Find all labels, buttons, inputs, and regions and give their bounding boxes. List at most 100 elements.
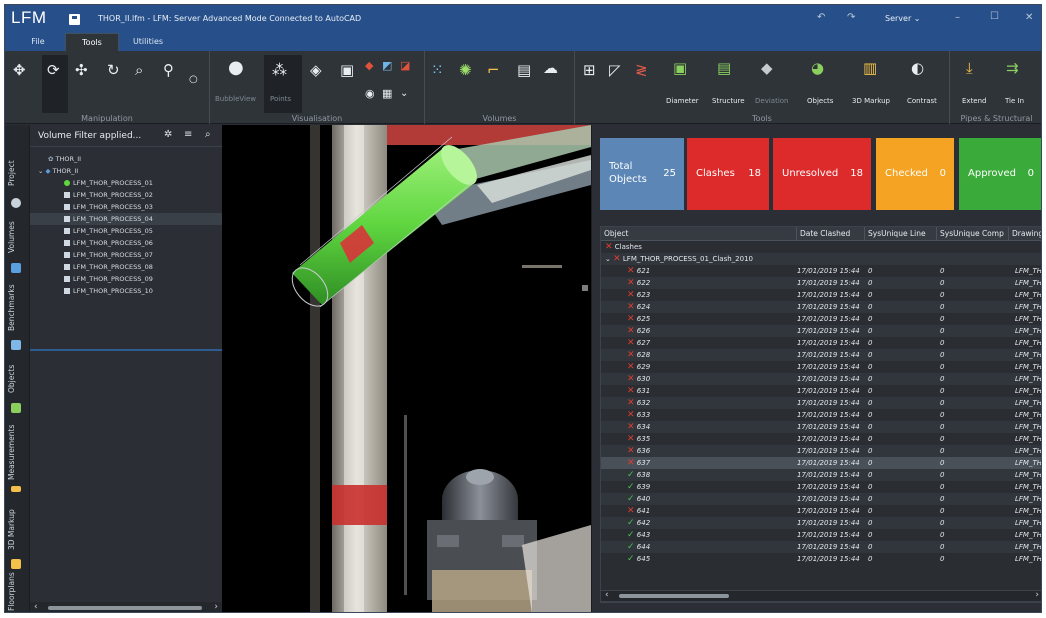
column-header-sysunique-comp[interactable]: SysUnique Comp xyxy=(937,227,1009,241)
grid-subgroup-clash[interactable]: ⌄ ✕ LFM_THOR_PROCESS_01_Clash_2010 xyxy=(601,253,1041,265)
side-tab-measurements[interactable]: Measurements xyxy=(7,420,27,484)
column-header-sysunique-line[interactable]: SysUnique Line xyxy=(865,227,937,241)
diameter-label[interactable]: Diameter xyxy=(666,97,699,105)
scroll-left-icon[interactable]: ‹ xyxy=(34,602,38,612)
objects-label[interactable]: Objects xyxy=(807,97,833,105)
rotate-icon[interactable]: ⟳ xyxy=(47,61,60,79)
scrollbar-thumb[interactable] xyxy=(619,594,729,598)
table-row[interactable]: ✕ 625 17/01/2019 15:44 0 0 LFM_THO xyxy=(601,313,1041,325)
markup-icon[interactable]: ▥ xyxy=(863,59,877,77)
table-row[interactable]: ✕ 622 17/01/2019 15:44 0 0 LFM_THO xyxy=(601,277,1041,289)
side-tab-volumes[interactable]: Volumes xyxy=(7,213,27,261)
volume-box-icon[interactable]: ⁙ xyxy=(431,61,444,79)
table-row[interactable]: ✕ 627 17/01/2019 15:44 0 0 LFM_THO xyxy=(601,337,1041,349)
contrast-label[interactable]: Contrast xyxy=(907,97,937,105)
column-header-drawing[interactable]: Drawing xyxy=(1009,227,1041,241)
table-row[interactable]: ✕ 634 17/01/2019 15:44 0 0 LFM_THO xyxy=(601,421,1041,433)
side-tab-floorplans[interactable]: Floorplans xyxy=(7,572,27,611)
table-row[interactable]: ✕ 637 17/01/2019 15:44 0 0 LFM_THO xyxy=(601,457,1041,469)
3d-viewport[interactable] xyxy=(222,125,591,612)
maximize-button[interactable]: ☐ xyxy=(990,11,999,22)
tie-in-label[interactable]: Tie In xyxy=(1005,97,1024,105)
total-objects-card[interactable]: Total Objects 25 xyxy=(600,138,684,210)
points-icon[interactable]: ⁂ xyxy=(272,61,287,79)
save-icon[interactable] xyxy=(69,14,80,25)
tab-tools[interactable]: Tools xyxy=(65,33,119,51)
minimize-button[interactable]: – xyxy=(955,12,960,23)
undo-icon[interactable]: ↶ xyxy=(817,12,825,23)
extend-label[interactable]: Extend xyxy=(962,97,987,105)
tree-item-volume[interactable]: LFM_THOR_PROCESS_10 xyxy=(30,285,222,297)
tree-item-volume[interactable]: LFM_THOR_PROCESS_07 xyxy=(30,249,222,261)
table-row[interactable]: ✕ 621 17/01/2019 15:44 0 0 LFM_THO xyxy=(601,265,1041,277)
tree-node-thor[interactable]: ⌄ ◆ THOR_II xyxy=(38,165,78,177)
walk-icon[interactable]: ⚲ xyxy=(163,61,174,79)
server-dropdown[interactable]: Server ⌄ xyxy=(885,14,920,23)
tie-in-icon[interactable]: ⇉ xyxy=(1006,59,1019,77)
side-tab-project[interactable]: Project xyxy=(7,153,27,193)
structure-label[interactable]: Structure xyxy=(712,97,745,105)
table-row[interactable]: ✕ 636 17/01/2019 15:44 0 0 LFM_THO xyxy=(601,445,1041,457)
scrollbar-thumb[interactable] xyxy=(48,606,202,610)
table-row[interactable]: ✕ 630 17/01/2019 15:44 0 0 LFM_THO xyxy=(601,373,1041,385)
table-row[interactable]: ✕ 631 17/01/2019 15:44 0 0 LFM_THO xyxy=(601,385,1041,397)
scroll-left-icon[interactable]: ‹ xyxy=(605,590,609,600)
tree-root[interactable]: ✿ THOR_II xyxy=(48,153,81,165)
approved-card[interactable]: Approved 0 xyxy=(959,138,1041,210)
side-tab-objects[interactable]: Objects xyxy=(7,357,27,401)
table-row[interactable]: ✓ 638 17/01/2019 15:44 0 0 LFM_THO xyxy=(601,469,1041,481)
table-row[interactable]: ✕ 628 17/01/2019 15:44 0 0 LFM_THO xyxy=(601,349,1041,361)
mesh-icon[interactable]: ◈ xyxy=(310,61,322,79)
table-row[interactable]: ✓ 645 17/01/2019 15:44 0 0 LFM_THO xyxy=(601,553,1041,565)
more-icon[interactable]: ⌄ xyxy=(400,85,408,103)
volume-add-icon[interactable]: ▤ xyxy=(517,61,531,79)
cube-icon[interactable]: ▣ xyxy=(340,61,354,79)
tree-item-volume[interactable]: LFM_THOR_PROCESS_06 xyxy=(30,237,222,249)
measure-icon[interactable]: ⊞ xyxy=(583,61,596,79)
level-icon[interactable]: ≷ xyxy=(635,61,648,79)
table-row[interactable]: ✕ 635 17/01/2019 15:44 0 0 LFM_THO xyxy=(601,433,1041,445)
table-row[interactable]: ✕ 626 17/01/2019 15:44 0 0 LFM_THO xyxy=(601,325,1041,337)
volume-cloud-icon[interactable]: ☁ xyxy=(543,59,558,77)
table-row[interactable]: ✕ 629 17/01/2019 15:44 0 0 LFM_THO xyxy=(601,361,1041,373)
clear-filter-icon[interactable]: ✲ xyxy=(164,129,172,140)
tree-item-volume[interactable]: LFM_THOR_PROCESS_08 xyxy=(30,261,222,273)
tab-utilities[interactable]: Utilities xyxy=(125,33,171,51)
deviation-label[interactable]: Deviation xyxy=(755,97,788,105)
structure-icon[interactable]: ▤ xyxy=(717,59,731,77)
clashes-card[interactable]: Clashes 18 xyxy=(687,138,769,210)
tree-item-volume[interactable]: LFM_THOR_PROCESS_09 xyxy=(30,273,222,285)
table-row[interactable]: ✕ 632 17/01/2019 15:44 0 0 LFM_THO xyxy=(601,397,1041,409)
table-row[interactable]: ✕ 624 17/01/2019 15:44 0 0 LFM_THO xyxy=(601,301,1041,313)
column-header-object[interactable]: Object xyxy=(601,227,797,241)
close-button[interactable]: ✕ xyxy=(1025,12,1033,23)
intensity-icon[interactable]: ◩ xyxy=(382,57,392,75)
clip-icon[interactable]: ◪ xyxy=(400,57,410,75)
panel-splitter[interactable] xyxy=(30,349,222,351)
table-row[interactable]: ✓ 643 17/01/2019 15:44 0 0 LFM_THO xyxy=(601,529,1041,541)
grid-group-clashes[interactable]: ✕ Clashes xyxy=(601,241,1041,253)
checked-card[interactable]: Checked 0 xyxy=(876,138,954,210)
volume-sphere-icon[interactable]: ✺ xyxy=(459,61,472,79)
table-row[interactable]: ✓ 640 17/01/2019 15:44 0 0 LFM_THO xyxy=(601,493,1041,505)
horizontal-scrollbar[interactable]: ‹ › xyxy=(30,602,222,612)
table-row[interactable]: ✕ 623 17/01/2019 15:44 0 0 LFM_THO xyxy=(601,289,1041,301)
table-row[interactable]: ✓ 642 17/01/2019 15:44 0 0 LFM_THO xyxy=(601,517,1041,529)
table-row[interactable]: ✕ 641 17/01/2019 15:44 0 0 LFM_THO xyxy=(601,505,1041,517)
volume-pipe-icon[interactable]: ⌐ xyxy=(487,61,500,79)
distance-icon[interactable]: ◸ xyxy=(609,61,621,79)
side-tab-3d-markup[interactable]: 3D Markup xyxy=(7,503,27,557)
redo-icon[interactable]: ↷ xyxy=(847,12,855,23)
tree-item-volume[interactable]: LFM_THOR_PROCESS_03 xyxy=(30,201,222,213)
markup-label[interactable]: 3D Markup xyxy=(852,97,890,105)
table-row[interactable]: ✓ 644 17/01/2019 15:44 0 0 LFM_THO xyxy=(601,541,1041,553)
view-icon[interactable]: ◉ xyxy=(365,85,375,103)
objects-icon[interactable]: ◕ xyxy=(811,59,824,77)
spin-icon[interactable]: ↻ xyxy=(107,61,120,79)
tab-file[interactable]: File xyxy=(23,33,53,51)
tree-item-volume[interactable]: LFM_THOR_PROCESS_01 xyxy=(30,177,222,189)
column-header-date-clashed[interactable]: Date Clashed xyxy=(797,227,865,241)
side-tab-benchmarks[interactable]: Benchmarks xyxy=(7,279,27,337)
orbit-icon[interactable]: ✥ xyxy=(13,61,26,79)
pan-icon[interactable]: ✣ xyxy=(75,61,88,79)
